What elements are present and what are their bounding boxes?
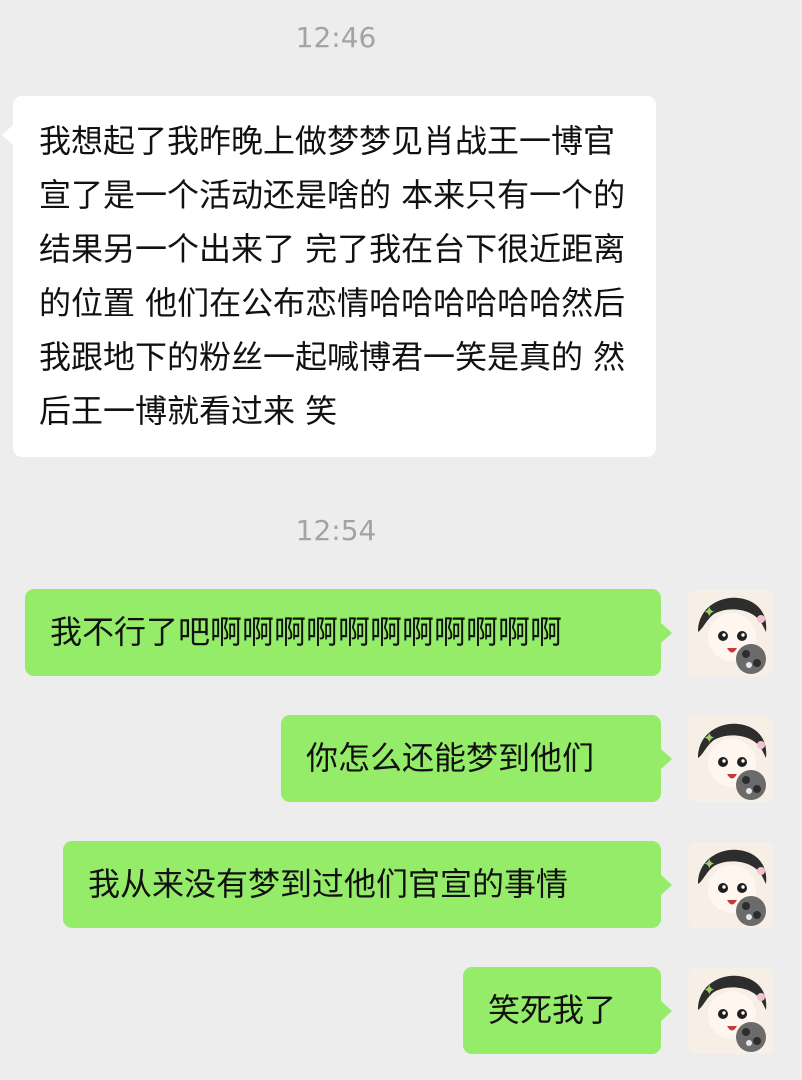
outgoing-message-bubble[interactable]: 你怎么还能梦到他们 [281, 715, 672, 802]
user-avatar[interactable]: ✦ [688, 842, 774, 928]
cartoon-avatar-icon: ✦ [688, 590, 774, 676]
outgoing-message-text: 你怎么还能梦到他们 [306, 739, 595, 777]
user-avatar[interactable]: ✦ [688, 716, 774, 802]
outgoing-message-text: 我从来没有梦到过他们官宣的事情 [88, 865, 569, 903]
outgoing-message-text: 我不行了吧啊啊啊啊啊啊啊啊啊啊啊 [50, 613, 563, 651]
incoming-message-text: 我想起了我昨晚上做梦梦见肖战王一博官宣了是一个活动还是啥的 本来只有一个的结果另… [39, 122, 626, 430]
user-avatar[interactable]: ✦ [688, 590, 774, 676]
timestamp: 12:46 [295, 21, 377, 54]
outgoing-message-bubble[interactable]: 笑死我了 [463, 967, 672, 1054]
svg-text:✦: ✦ [703, 855, 716, 873]
svg-text:✦: ✦ [703, 729, 716, 747]
cartoon-avatar-icon: ✦ [688, 716, 774, 802]
outgoing-message-bubble[interactable]: 我从来没有梦到过他们官宣的事情 [63, 841, 672, 928]
incoming-message-bubble[interactable]: 我想起了我昨晚上做梦梦见肖战王一博官宣了是一个活动还是啥的 本来只有一个的结果另… [2, 96, 656, 457]
outgoing-message-bubble[interactable]: 我不行了吧啊啊啊啊啊啊啊啊啊啊啊 [25, 589, 672, 676]
cartoon-avatar-icon: ✦ [688, 968, 774, 1054]
chat-window: 12:46 我想起了我昨晚上做梦梦见肖战王一博官宣了是一个活动还是啥的 本来只有… [0, 0, 802, 1080]
timestamp: 12:54 [295, 514, 377, 547]
outgoing-message-text: 笑死我了 [488, 991, 617, 1029]
cartoon-avatar-icon: ✦ [688, 842, 774, 928]
svg-text:✦: ✦ [703, 603, 716, 621]
svg-text:✦: ✦ [703, 981, 716, 999]
user-avatar[interactable]: ✦ [688, 968, 774, 1054]
